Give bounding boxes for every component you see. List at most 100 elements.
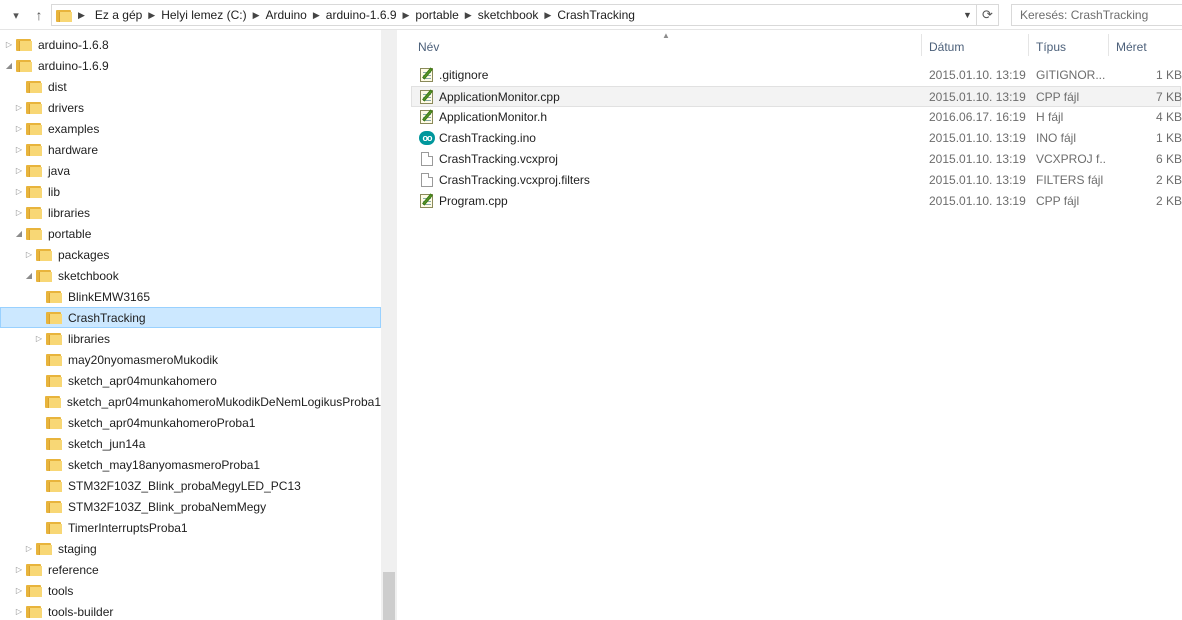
file-row[interactable]: ApplicationMonitor.h 2016.06.17. 16:19 H f… — [412, 107, 1182, 128]
column-divider[interactable] — [921, 34, 922, 56]
expand-arrow-icon[interactable]: ▷ — [4, 40, 14, 49]
tree-item[interactable]: ▷ hardware — [0, 139, 381, 160]
tree-item[interactable]: may20nyomasmeroMukodik — [0, 349, 381, 370]
sort-ascending-icon: ▲ — [662, 31, 670, 40]
tree-item[interactable]: CrashTracking — [0, 307, 381, 328]
tree-item-label: BlinkEMW3165 — [68, 289, 151, 304]
address-dropdown-icon[interactable]: ▼ — [958, 5, 976, 25]
chevron-right-icon[interactable]: ▶ — [250, 10, 263, 21]
refresh-icon[interactable]: ⟳ — [976, 5, 998, 25]
expand-arrow-icon[interactable]: ▷ — [14, 166, 24, 175]
breadcrumb-item[interactable]: CrashTracking — [554, 8, 638, 22]
file-date: 2015.01.10. 13:19 — [929, 90, 1026, 104]
tree-item[interactable]: ▷ tools-builder — [0, 601, 381, 620]
breadcrumb-item[interactable]: portable — [412, 8, 461, 22]
collapse-arrow-icon[interactable]: ◢ — [24, 271, 34, 280]
collapse-arrow-icon[interactable]: ◢ — [4, 61, 14, 70]
tree-item[interactable]: ▷ arduino-1.6.8 — [0, 34, 381, 55]
tree-item[interactable]: ▷ reference — [0, 559, 381, 580]
file-name: ApplicationMonitor.h — [439, 110, 548, 124]
folder-icon — [26, 206, 42, 219]
expand-arrow-icon[interactable]: ▷ — [24, 250, 34, 259]
folder-icon — [36, 269, 52, 282]
expand-arrow-icon[interactable]: ▷ — [14, 565, 24, 574]
expand-arrow-icon[interactable]: ▷ — [34, 334, 44, 343]
tree-item[interactable]: sketch_apr04munkahomeroProba1 — [0, 412, 381, 433]
column-header-date[interactable]: Dátum — [929, 38, 964, 56]
tree-item[interactable]: sketch_apr04munkahomeroMukodikDeNemLogik… — [0, 391, 381, 412]
file-row[interactable]: oo CrashTracking.ino 2015.01.10. 13:19 INO … — [412, 128, 1182, 149]
tree-item[interactable]: ▷ lib — [0, 181, 381, 202]
folder-icon — [46, 479, 62, 492]
tree-item[interactable]: STM32F103Z_Blink_probaMegyLED_PC13 — [0, 475, 381, 496]
tree-item[interactable]: dist — [0, 76, 381, 97]
expand-arrow-icon[interactable]: ▷ — [14, 124, 24, 133]
breadcrumb-item[interactable]: Ez a gép — [92, 8, 145, 22]
search-input[interactable]: Keresés: CrashTracking — [1011, 4, 1182, 26]
tree-item[interactable]: sketch_may18anyomasmeroProba1 — [0, 454, 381, 475]
collapse-arrow-icon[interactable]: ◢ — [14, 229, 24, 238]
tree-item[interactable]: ◢ arduino-1.6.9 — [0, 55, 381, 76]
tree-scrollbar[interactable] — [381, 30, 397, 620]
tree-item-label: arduino-1.6.9 — [38, 58, 109, 73]
tree-item[interactable]: ▷ staging — [0, 538, 381, 559]
tree-item[interactable]: ▷ tools — [0, 580, 381, 601]
folder-icon — [26, 101, 42, 114]
tree-item[interactable]: ▷ libraries — [0, 328, 381, 349]
expand-arrow-icon[interactable]: ▷ — [14, 208, 24, 217]
breadcrumb-item[interactable]: Arduino — [262, 8, 309, 22]
tree-item[interactable]: ▷ drivers — [0, 97, 381, 118]
file-row[interactable]: CrashTracking.vcxproj 2015.01.10. 13:19 VC… — [412, 149, 1182, 170]
expand-arrow-icon[interactable]: ▷ — [24, 544, 34, 553]
folder-icon — [44, 395, 61, 408]
file-row[interactable]: CrashTracking.vcxproj.filters 2015.01.10.… — [412, 170, 1182, 191]
file-row[interactable]: .gitignore 2015.01.10. 13:19 GITIGNOR... 1 … — [412, 65, 1182, 86]
breadcrumb-item[interactable]: sketchbook — [475, 8, 542, 22]
file-row[interactable]: Program.cpp 2015.01.10. 13:19 CPP fájl 2 KB — [412, 191, 1182, 212]
chevron-right-icon[interactable]: ▶ — [310, 10, 323, 21]
tree-item[interactable]: sketch_apr04munkahomero — [0, 370, 381, 391]
file-name: Program.cpp — [439, 194, 508, 208]
chevron-right-icon[interactable]: ▶ — [541, 10, 554, 21]
tree-item[interactable]: ◢ sketchbook — [0, 265, 381, 286]
breadcrumb-item[interactable]: arduino-1.6.9 — [323, 8, 400, 22]
folder-icon — [46, 458, 62, 471]
file-type: FILTERS fájl — [1036, 173, 1104, 187]
tree-item[interactable]: ◢ portable — [0, 223, 381, 244]
column-divider[interactable] — [1028, 34, 1029, 56]
expand-arrow-icon[interactable]: ▷ — [14, 586, 24, 595]
recent-locations-chevron-icon[interactable]: ▾ — [8, 6, 24, 24]
breadcrumb-item[interactable]: Helyi lemez (C:) — [158, 8, 249, 22]
file-size: 4 KB — [1155, 110, 1182, 124]
expand-arrow-icon[interactable]: ▷ — [14, 145, 24, 154]
tree-item-label: arduino-1.6.8 — [38, 37, 109, 52]
tree-item[interactable]: ▷ java — [0, 160, 381, 181]
expand-arrow-icon[interactable]: ▷ — [14, 187, 24, 196]
up-arrow-icon[interactable]: ↑ — [31, 6, 47, 24]
file-date: 2015.01.10. 13:19 — [929, 194, 1026, 208]
expand-arrow-icon[interactable]: ▷ — [14, 607, 24, 616]
column-header-size[interactable]: Méret — [1116, 38, 1147, 56]
tree-item[interactable]: ▷ packages — [0, 244, 381, 265]
tree-item[interactable]: TimerInterruptsProba1 — [0, 517, 381, 538]
file-size: 2 KB — [1155, 173, 1182, 187]
file-date: 2015.01.10. 13:19 — [929, 173, 1026, 187]
expand-arrow-icon[interactable]: ▷ — [14, 103, 24, 112]
scrollbar-thumb[interactable] — [383, 572, 395, 620]
tree-item[interactable]: ▷ examples — [0, 118, 381, 139]
file-row[interactable]: ApplicationMonitor.cpp 2015.01.10. 13:19 C… — [411, 86, 1182, 107]
chevron-right-icon[interactable]: ▶ — [145, 10, 158, 21]
file-type: GITIGNOR... — [1036, 68, 1106, 82]
address-box[interactable]: ▶ Ez a gép ▶ Helyi lemez (C:) ▶ Arduino ▶ ardu… — [51, 4, 999, 26]
tree-item[interactable]: STM32F103Z_Blink_probaNemMegy — [0, 496, 381, 517]
chevron-right-icon[interactable]: ▶ — [72, 10, 88, 21]
tree-item[interactable]: BlinkEMW3165 — [0, 286, 381, 307]
chevron-right-icon[interactable]: ▶ — [400, 10, 413, 21]
file-name: ApplicationMonitor.cpp — [439, 90, 560, 104]
column-header-name[interactable]: Név — [418, 38, 439, 56]
column-divider[interactable] — [1108, 34, 1109, 56]
tree-item[interactable]: ▷ libraries — [0, 202, 381, 223]
chevron-right-icon[interactable]: ▶ — [462, 10, 475, 21]
tree-item[interactable]: sketch_jun14a — [0, 433, 381, 454]
column-header-type[interactable]: Típus — [1036, 38, 1066, 56]
